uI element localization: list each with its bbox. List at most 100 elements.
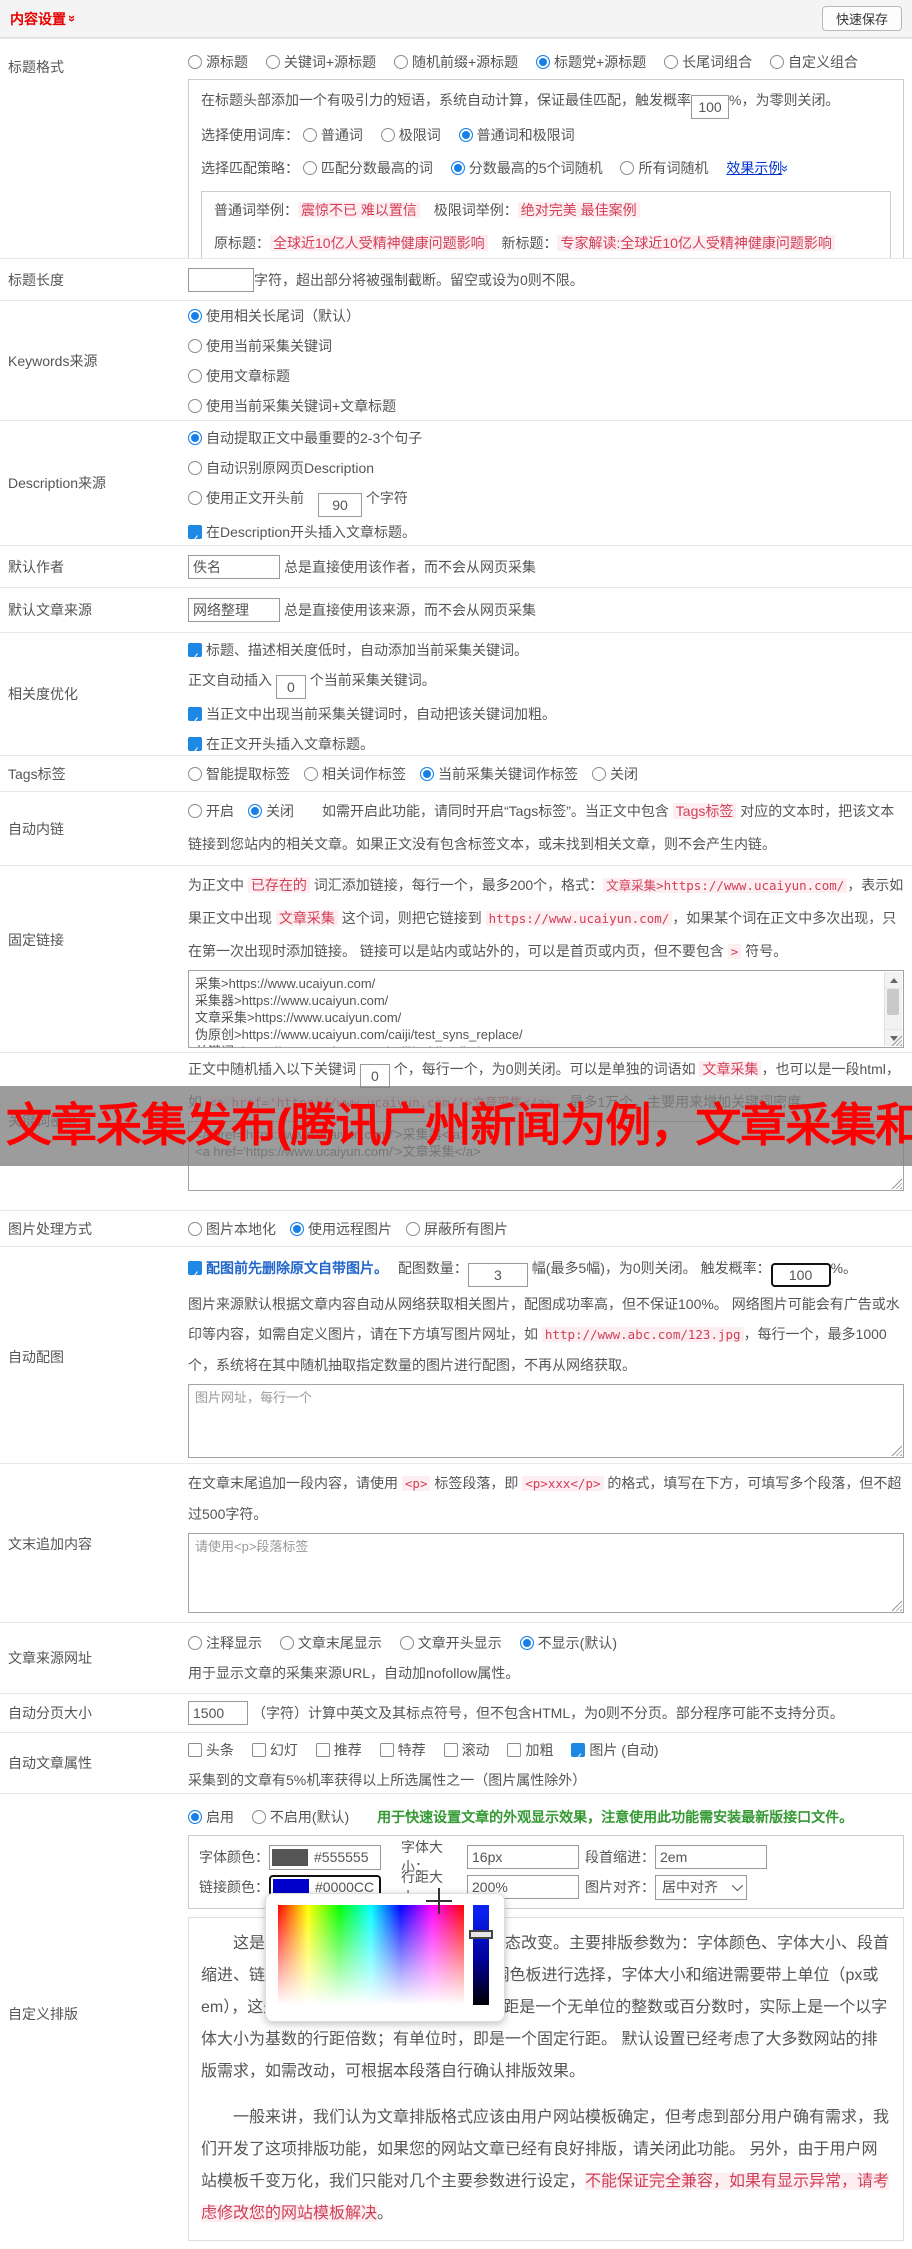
radio-custom-combo[interactable]: 自定义组合 bbox=[770, 54, 858, 70]
radio-clickbait-title[interactable]: 标题党+源标题 bbox=[536, 54, 646, 70]
color-picker-slider-handle[interactable] bbox=[469, 1930, 493, 1939]
checkbox-auto-add-keywords[interactable]: 标题、描述相关度低时，自动添加当前采集关键词。 bbox=[188, 642, 528, 672]
radio-layout-disable[interactable]: 不启用(默认) bbox=[251, 1809, 349, 1825]
checkbox-icon[interactable] bbox=[507, 1743, 522, 1757]
radio-longtail-combo[interactable]: 长尾词组合 bbox=[664, 54, 752, 70]
radio-icon[interactable] bbox=[399, 1636, 414, 1650]
checkbox-checked-icon[interactable] bbox=[571, 1742, 586, 1772]
radio-icon[interactable] bbox=[188, 339, 202, 353]
radio-top5-random[interactable]: 分数最高的5个词随机 bbox=[450, 160, 603, 176]
radio-icon[interactable] bbox=[188, 55, 202, 69]
scrollbar[interactable] bbox=[884, 972, 902, 1046]
checkbox-insert-title-description[interactable]: 在Description开头插入文章标题。 bbox=[188, 524, 416, 545]
radio-related-word-tags[interactable]: 相关词作标签 bbox=[304, 764, 406, 784]
scroll-up-arrow[interactable] bbox=[885, 972, 902, 989]
resize-handle[interactable] bbox=[891, 1178, 902, 1189]
color-picker-gradient[interactable] bbox=[278, 1905, 464, 2005]
radio-keyword-source-title[interactable]: 关键词+源标题 bbox=[265, 54, 376, 70]
radio-icon[interactable] bbox=[406, 1221, 420, 1236]
radio-icon-selected[interactable] bbox=[188, 431, 202, 445]
radio-current-keyword-tags[interactable]: 当前采集关键词作标签 bbox=[420, 764, 578, 784]
radio-no-display[interactable]: 不显示(默认) bbox=[519, 1635, 617, 1651]
radio-icon[interactable] bbox=[620, 161, 635, 175]
radio-random-prefix-title[interactable]: 随机前缀+源标题 bbox=[393, 54, 518, 70]
radio-icon[interactable] bbox=[188, 491, 202, 505]
radio-icon[interactable] bbox=[592, 766, 606, 781]
trigger-probability-input[interactable] bbox=[770, 1263, 831, 1287]
density-count-input[interactable] bbox=[359, 1064, 390, 1088]
radio-comment-display[interactable]: 注释显示 bbox=[188, 1635, 262, 1651]
radio-icon[interactable] bbox=[188, 399, 202, 413]
radio-icon[interactable] bbox=[188, 766, 202, 781]
radio-icon[interactable] bbox=[188, 804, 202, 818]
checkbox-slideshow[interactable]: 幻灯 bbox=[251, 1742, 298, 1758]
radio-smart-tags[interactable]: 智能提取标签 bbox=[188, 764, 290, 784]
radio-icon[interactable] bbox=[188, 1636, 202, 1650]
checkbox-icon[interactable] bbox=[379, 1743, 394, 1757]
radio-icon[interactable] bbox=[393, 55, 408, 69]
radio-article-end-display[interactable]: 文章末尾显示 bbox=[279, 1635, 382, 1651]
radio-source-title[interactable]: 源标题 bbox=[188, 54, 248, 70]
image-url-textarea[interactable]: 图片网址，每行一个 bbox=[188, 1384, 904, 1458]
radio-article-title[interactable]: 使用文章标题 bbox=[188, 368, 290, 384]
radio-innerlink-on[interactable]: 开启 bbox=[188, 803, 234, 819]
fixed-link-textarea[interactable]: 采集>https://www.ucaiyun.com/ 采集器>https://… bbox=[188, 970, 904, 1048]
radio-extract-sentences[interactable]: 自动提取正文中最重要的2-3个句子 bbox=[188, 430, 422, 446]
radio-extreme-words[interactable]: 极限词 bbox=[380, 127, 441, 143]
radio-innerlink-off[interactable]: 关闭 bbox=[248, 803, 294, 819]
radio-remote-images[interactable]: 使用远程图片 bbox=[290, 1219, 392, 1239]
radio-icon-selected[interactable] bbox=[188, 1810, 202, 1824]
radio-first-n-chars[interactable]: 使用正文开头前 bbox=[188, 490, 304, 506]
checkbox-checked-icon[interactable] bbox=[188, 642, 202, 672]
radio-icon[interactable] bbox=[304, 766, 318, 781]
radio-current-keywords[interactable]: 使用当前采集关键词 bbox=[188, 338, 332, 354]
radio-icon-selected[interactable] bbox=[450, 161, 465, 175]
pagination-size-input[interactable] bbox=[188, 1701, 248, 1725]
radio-icon[interactable] bbox=[265, 55, 280, 69]
first-chars-count-input[interactable] bbox=[318, 493, 362, 517]
radio-icon[interactable] bbox=[380, 128, 395, 142]
checkbox-checked-icon[interactable] bbox=[188, 706, 202, 736]
checkbox-image-auto[interactable]: 图片 (自动) bbox=[571, 1742, 659, 1772]
image-count-input[interactable] bbox=[467, 1263, 528, 1287]
checkbox-bold-keywords[interactable]: 当正文中出现当前采集关键词时，自动把该关键词加粗。 bbox=[188, 706, 556, 736]
radio-icon[interactable] bbox=[279, 1636, 294, 1650]
checkbox-special[interactable]: 特荐 bbox=[379, 1742, 426, 1758]
indent-input[interactable] bbox=[655, 1845, 767, 1869]
default-source-input[interactable] bbox=[188, 598, 280, 622]
scroll-thumb[interactable] bbox=[887, 989, 899, 1015]
radio-all-random[interactable]: 所有词随机 bbox=[620, 160, 708, 176]
radio-highest-score[interactable]: 匹配分数最高的词 bbox=[302, 160, 433, 176]
radio-localize-images[interactable]: 图片本地化 bbox=[188, 1219, 276, 1239]
checkbox-headline[interactable]: 头条 bbox=[188, 1742, 234, 1758]
radio-icon-selected[interactable] bbox=[519, 1636, 534, 1650]
checkbox-scroll[interactable]: 滚动 bbox=[443, 1742, 490, 1758]
radio-layout-enable[interactable]: 启用 bbox=[188, 1809, 234, 1825]
quick-save-button[interactable]: 快速保存 bbox=[821, 6, 902, 31]
font-size-input[interactable] bbox=[467, 1845, 579, 1869]
resize-handle[interactable] bbox=[891, 1445, 902, 1456]
checkbox-checked-icon[interactable] bbox=[188, 1260, 202, 1290]
checkbox-recommend[interactable]: 推荐 bbox=[315, 1742, 362, 1758]
radio-icon[interactable] bbox=[302, 128, 317, 142]
radio-icon-selected[interactable] bbox=[420, 766, 434, 781]
radio-icon[interactable] bbox=[188, 1221, 202, 1236]
radio-icon[interactable] bbox=[188, 461, 202, 475]
radio-detect-description[interactable]: 自动识别原网页Description bbox=[188, 460, 374, 476]
radio-block-images[interactable]: 屏蔽所有图片 bbox=[406, 1219, 508, 1239]
checkbox-insert-title-body[interactable]: 在正文开头插入文章标题。 bbox=[188, 736, 374, 755]
radio-icon-selected[interactable] bbox=[290, 1221, 304, 1236]
radio-icon[interactable] bbox=[251, 1810, 266, 1824]
title-length-input[interactable] bbox=[188, 267, 254, 292]
radio-both-words[interactable]: 普通词和极限词 bbox=[458, 127, 575, 143]
checkbox-icon[interactable] bbox=[315, 1743, 330, 1757]
radio-icon[interactable] bbox=[770, 55, 785, 69]
radio-longtail-default[interactable]: 使用相关长尾词（默认） bbox=[188, 308, 360, 324]
radio-icon-selected[interactable] bbox=[188, 309, 202, 323]
radio-keywords-plus-title[interactable]: 使用当前采集关键词+文章标题 bbox=[188, 398, 396, 414]
default-author-input[interactable] bbox=[188, 554, 280, 579]
clickbait-probability-input[interactable] bbox=[691, 95, 729, 119]
checkbox-checked-icon[interactable] bbox=[188, 736, 202, 755]
chevron-down-icon[interactable]: » bbox=[65, 15, 80, 22]
append-content-textarea[interactable]: 请使用<p>段落标签 bbox=[188, 1533, 904, 1613]
